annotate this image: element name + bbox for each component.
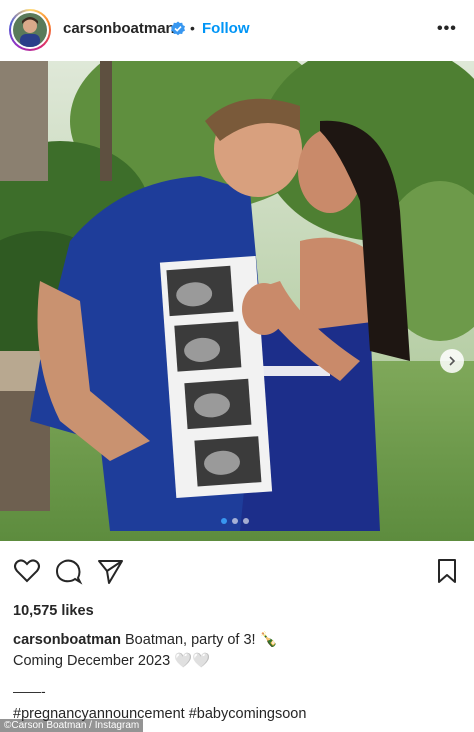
carousel-indicator [221,518,249,524]
heart-icon[interactable] [12,556,42,586]
post-header: carsonboatman • Follow ••• [0,0,474,60]
bookmark-icon[interactable] [432,556,462,586]
chevron-right-icon [449,356,456,366]
avatar[interactable] [9,9,51,51]
image-credit: ©Carson Boatman / Instagram [0,719,144,732]
action-bar [0,556,474,588]
carousel-dot [232,518,238,524]
carousel-dot [221,518,227,524]
likes-count[interactable]: 10,575 likes [13,603,94,619]
caption-username[interactable]: carsonboatman [13,632,121,648]
send-icon[interactable] [95,556,125,586]
more-options-icon[interactable]: ••• [437,20,457,38]
caption: carsonboatman Boatman, party of 3! 🍾 Com… [13,630,463,672]
caption-line-2: Coming December 2023 🤍🤍 [13,653,211,669]
username-link[interactable]: carsonboatman [63,20,175,37]
post-image[interactable] [0,61,474,541]
comment-icon[interactable] [53,556,83,586]
caption-text: Boatman, party of 3! 🍾 [125,632,278,648]
carousel-dot [243,518,249,524]
caption-divider: ——- [13,683,46,699]
follow-button[interactable]: Follow [202,20,250,37]
carousel-next-button[interactable] [440,349,464,373]
verified-badge-icon [171,21,185,36]
avatar-photo [13,13,47,47]
separator-dot: • [190,20,195,36]
